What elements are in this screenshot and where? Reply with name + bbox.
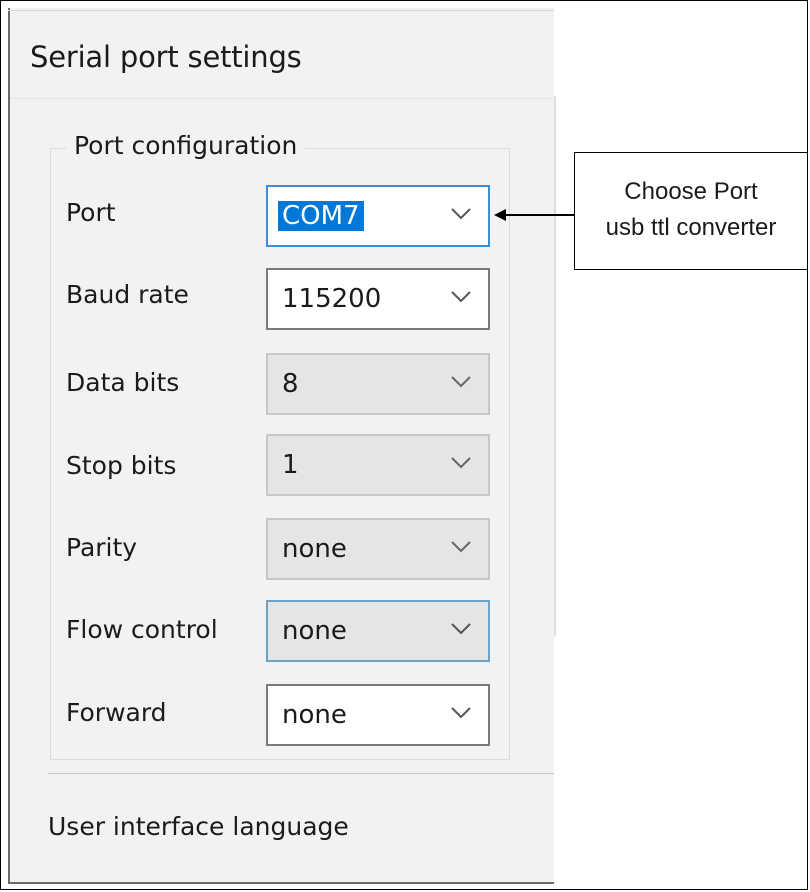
- baud-rate-label: Baud rate: [66, 280, 189, 309]
- section-divider: [48, 773, 554, 774]
- data-bits-select-value: 8: [282, 369, 299, 399]
- flow-control-select-value: none: [282, 616, 347, 646]
- chevron-down-icon[interactable]: [450, 706, 472, 720]
- port-select-value: COM7: [278, 201, 364, 231]
- flow-control-label: Flow control: [66, 615, 218, 644]
- port-label: Port: [66, 198, 116, 227]
- chevron-down-icon[interactable]: [450, 207, 472, 221]
- arrow-left-icon: [494, 209, 576, 221]
- stop-bits-label: Stop bits: [66, 451, 177, 480]
- top-divider: [8, 10, 554, 11]
- stop-bits-select[interactable]: 1: [266, 434, 490, 496]
- parity-label: Parity: [66, 533, 138, 562]
- chevron-down-icon[interactable]: [450, 456, 472, 470]
- annotation-line-1: Choose Port: [624, 178, 758, 205]
- port-select[interactable]: COM7: [266, 185, 490, 247]
- forward-select[interactable]: none: [266, 684, 490, 746]
- baud-rate-select-value: 115200: [282, 284, 382, 314]
- chevron-down-icon[interactable]: [450, 375, 472, 389]
- data-bits-select[interactable]: 8: [266, 353, 490, 415]
- parity-select-value: none: [282, 534, 347, 564]
- title-divider: [10, 98, 554, 99]
- chevron-down-icon[interactable]: [450, 540, 472, 554]
- dialog-title: Serial port settings: [30, 40, 302, 74]
- forward-select-value: none: [282, 700, 347, 730]
- data-bits-label: Data bits: [66, 368, 180, 397]
- parity-select[interactable]: none: [266, 518, 490, 580]
- port-configuration-legend: Port configuration: [66, 131, 306, 160]
- chevron-down-icon[interactable]: [450, 622, 472, 636]
- annotation-callout: Choose Port usb ttl converter: [574, 152, 808, 270]
- forward-label: Forward: [66, 698, 167, 727]
- pane-separator: [554, 96, 556, 636]
- flow-control-select[interactable]: none: [266, 600, 490, 662]
- baud-rate-select[interactable]: 115200: [266, 268, 490, 330]
- stop-bits-select-value: 1: [282, 450, 299, 480]
- chevron-down-icon[interactable]: [450, 290, 472, 304]
- user-interface-language-label: User interface language: [48, 812, 349, 841]
- annotation-line-2: usb ttl converter: [605, 214, 777, 241]
